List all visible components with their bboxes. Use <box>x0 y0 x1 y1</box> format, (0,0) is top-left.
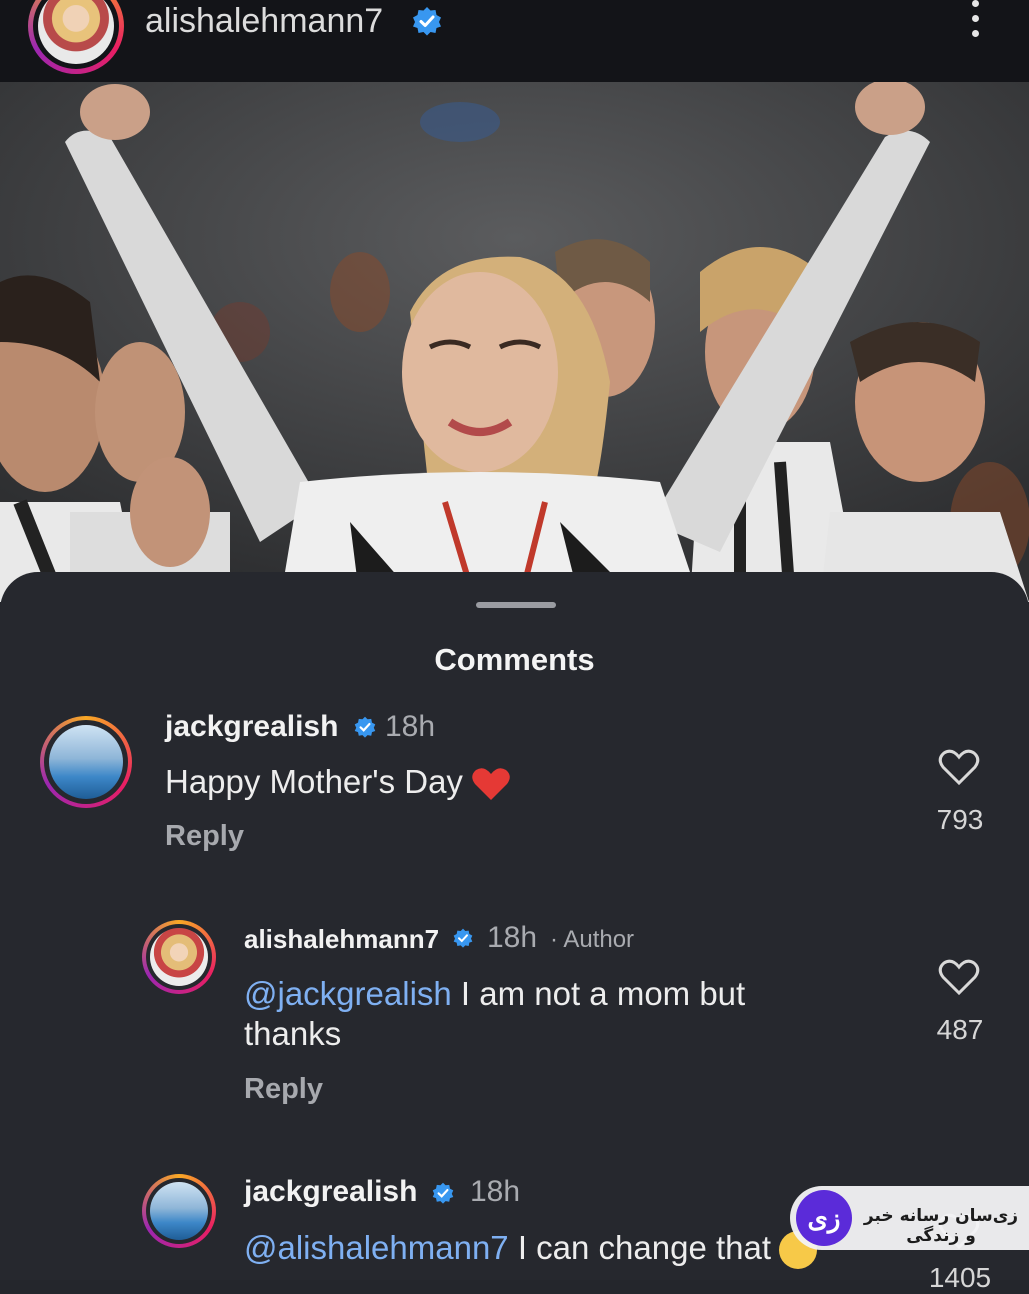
commenter-avatar[interactable] <box>142 1174 216 1248</box>
author-label: · Author <box>550 926 635 953</box>
comment-text: Happy Mother's Day <box>165 762 511 802</box>
comment-time: 18h <box>487 921 538 954</box>
more-options-icon[interactable] <box>960 0 990 44</box>
reply-button[interactable]: Reply <box>165 820 244 853</box>
like-heart-icon[interactable] <box>938 958 980 996</box>
comment-body: I am not a mom but <box>451 975 746 1012</box>
comment-body-line2: thanks <box>244 1015 342 1052</box>
comments-title: Comments <box>434 642 595 677</box>
verified-badge-icon <box>354 716 376 738</box>
red-heart-emoji-icon <box>472 768 510 801</box>
verified-badge-icon <box>453 928 473 948</box>
profile-avatar[interactable] <box>28 0 124 74</box>
comment-username[interactable]: jackgrealish <box>244 1175 417 1209</box>
comment-time: 18h <box>470 1175 521 1208</box>
comment-body: Happy Mother's Day <box>165 763 463 800</box>
verified-badge-icon <box>432 1182 454 1204</box>
comment-body: I can change that <box>508 1229 772 1266</box>
comment-time: 18h <box>385 710 436 743</box>
comment-text: @jackgrealish I am not a mom but thanks <box>244 974 884 1054</box>
like-count: 793 <box>936 804 984 835</box>
verified-badge-icon <box>413 7 441 36</box>
comment-username[interactable]: jackgrealish <box>165 710 338 744</box>
mention-link[interactable]: @alishalehmann7 <box>244 1229 509 1266</box>
reply-button[interactable]: Reply <box>244 1073 323 1106</box>
watermark-text: زی‌سان رسانه خبر و زندگی <box>863 1206 1019 1246</box>
comment-text: @alishalehmann7 I can change that <box>244 1228 818 1270</box>
like-heart-icon[interactable] <box>938 748 980 786</box>
like-count: 487 <box>936 1014 984 1045</box>
post-photo <box>0 82 1029 602</box>
commenter-avatar[interactable] <box>142 920 216 994</box>
post-header: alishalehmann7 <box>0 0 1029 82</box>
commenter-avatar[interactable] <box>40 716 132 808</box>
site-watermark: زی زی‌سان رسانه خبر و زندگی <box>790 1186 1029 1250</box>
like-count: 1405 <box>928 1262 992 1293</box>
mention-link[interactable]: @jackgrealish <box>244 975 452 1012</box>
sheet-drag-handle[interactable] <box>476 602 556 608</box>
header-username[interactable]: alishalehmann7 <box>145 0 383 42</box>
watermark-logo: زی <box>796 1190 852 1246</box>
comment-username[interactable]: alishalehmann7 <box>244 924 439 955</box>
